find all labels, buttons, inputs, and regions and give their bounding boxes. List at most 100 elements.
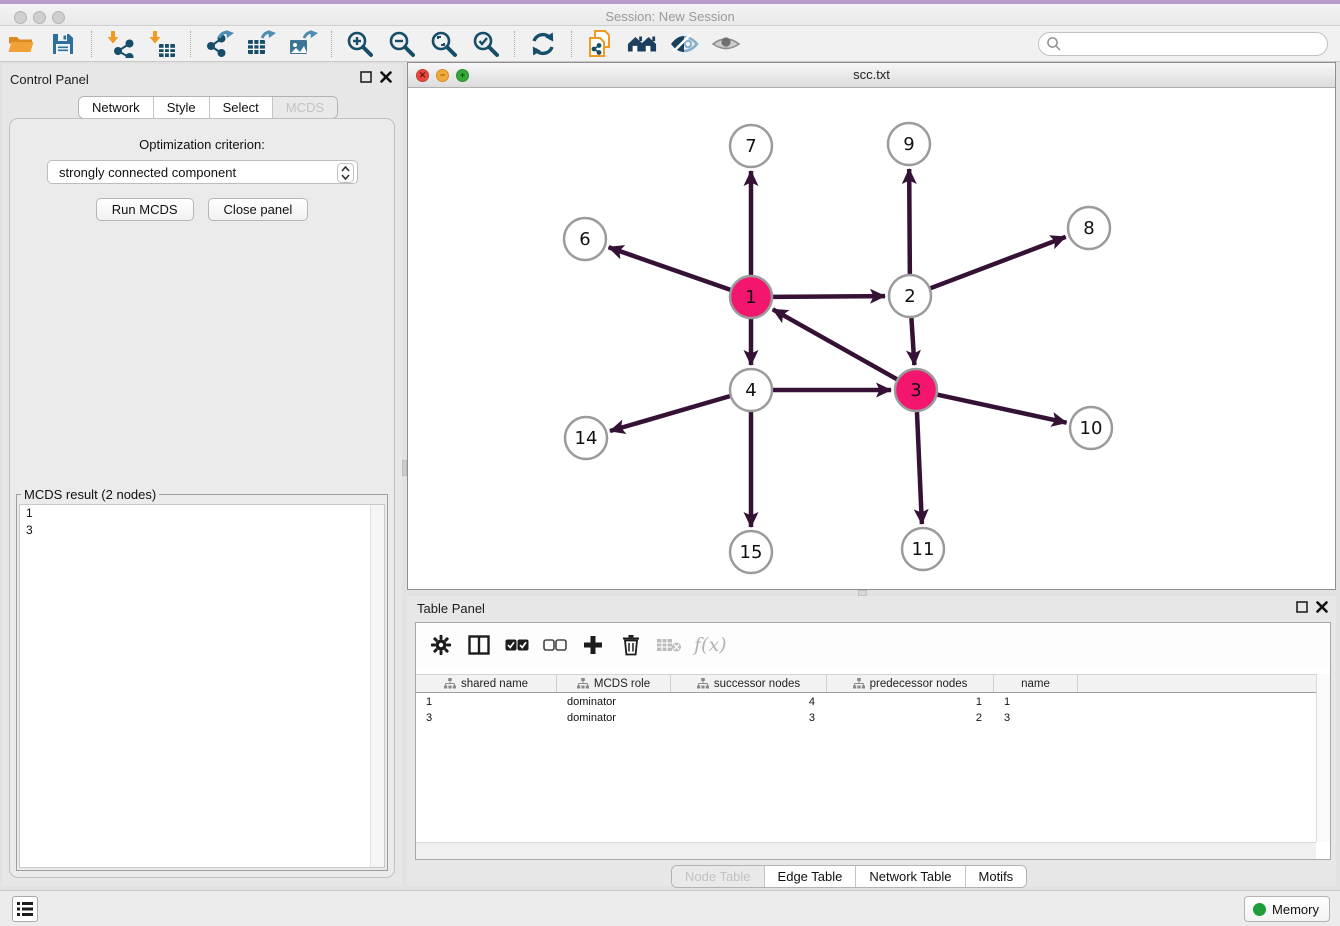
tab-style[interactable]: Style	[153, 97, 209, 118]
toolbar-separator	[331, 31, 332, 57]
column-header-name[interactable]: name	[994, 675, 1078, 692]
close-panel-icon[interactable]	[380, 71, 392, 83]
select-all-columns-button[interactable]	[504, 632, 530, 658]
close-table-panel-icon[interactable]	[1316, 601, 1328, 613]
table-cell: 2	[827, 710, 994, 726]
dropdown-stepper-icon	[337, 163, 354, 183]
zoom-fit-button[interactable]	[429, 29, 459, 59]
close-panel-button[interactable]: Close panel	[208, 198, 309, 221]
delete-column-button[interactable]	[618, 632, 644, 658]
toolbar-separator	[571, 31, 572, 57]
table-rows: 1dominator4113dominator323	[416, 694, 1316, 726]
table-settings-button[interactable]	[428, 632, 454, 658]
network-graph-svg: 7968124314101511	[408, 88, 1335, 589]
network-window-title: scc.txt	[408, 67, 1335, 82]
trash-icon	[621, 634, 641, 656]
graph-edge-1-6[interactable]	[609, 247, 731, 289]
deselect-all-columns-button[interactable]	[542, 632, 568, 658]
network-canvas[interactable]: 7968124314101511	[408, 88, 1335, 589]
tab-network[interactable]: Network	[79, 97, 153, 118]
float-table-panel-icon[interactable]	[1296, 601, 1308, 613]
control-panel-tabs: NetworkStyleSelectMCDS	[78, 96, 338, 119]
optimization-criterion-dropdown[interactable]: strongly connected component	[47, 160, 358, 184]
graph-edge-2-9[interactable]	[909, 169, 910, 274]
graph-edge-2-8[interactable]	[931, 237, 1066, 288]
table-row[interactable]: 1dominator411	[416, 694, 1316, 710]
graph-node-label: 3	[910, 380, 921, 401]
control-panel: Control Panel NetworkStyleSelectMCDS Opt…	[2, 64, 402, 886]
copy-network-button[interactable]	[585, 29, 615, 59]
zoom-in-button[interactable]	[345, 29, 375, 59]
graph-node-label: 8	[1083, 218, 1094, 239]
zoom-out-icon	[388, 30, 416, 58]
table-cell: 1	[994, 694, 1078, 710]
table-cell: 3	[416, 710, 557, 726]
search-field[interactable]	[1038, 32, 1328, 56]
column-header-shared-name[interactable]: shared name	[416, 675, 557, 692]
tab-network-table[interactable]: Network Table	[855, 866, 964, 887]
mcds-result-line: 1	[20, 505, 384, 522]
graph-edge-3-1[interactable]	[773, 309, 897, 379]
eye-icon	[711, 32, 741, 56]
zoom-out-button[interactable]	[387, 29, 417, 59]
mcds-result-list[interactable]: 13	[19, 504, 385, 868]
add-column-button[interactable]	[580, 632, 606, 658]
graph-node-label: 1	[745, 287, 756, 308]
split-panel-icon	[468, 635, 490, 655]
table-cell: 1	[827, 694, 994, 710]
table-row[interactable]: 3dominator323	[416, 710, 1316, 726]
table-panel-tabs: Node TableEdge TableNetwork TableMotifs	[671, 865, 1027, 888]
save-session-button[interactable]	[48, 29, 78, 59]
toggle-column-panel-button[interactable]	[466, 632, 492, 658]
column-type-icon	[444, 678, 456, 689]
graph-node-label: 6	[579, 229, 590, 250]
optimization-criterion-label: Optimization criterion:	[10, 137, 394, 152]
float-panel-icon[interactable]	[360, 71, 372, 83]
node-table-container: f(x) shared nameMCDS rolesuccessor nodes…	[415, 622, 1331, 860]
title-bar: Session: New Session	[0, 0, 1340, 26]
column-header-successor-nodes[interactable]: successor nodes	[671, 675, 827, 692]
mcds-result-title: MCDS result (2 nodes)	[21, 487, 159, 502]
tab-edge-table[interactable]: Edge Table	[764, 866, 856, 887]
refresh-view-button[interactable]	[528, 29, 558, 59]
graph-node-label: 9	[903, 134, 914, 155]
export-table-button[interactable]	[246, 29, 276, 59]
graph-node-label: 15	[740, 542, 763, 563]
table-horizontal-scrollbar[interactable]	[416, 842, 1316, 859]
graph-edge-4-14[interactable]	[610, 396, 730, 431]
zoom-selected-icon	[472, 30, 500, 58]
table-cell: dominator	[557, 694, 671, 710]
column-header-label: shared name	[461, 678, 528, 690]
refresh-icon	[529, 30, 557, 58]
graph-node-label: 4	[745, 380, 756, 401]
export-network-button[interactable]	[204, 29, 234, 59]
zoom-selected-button[interactable]	[471, 29, 501, 59]
import-network-button[interactable]	[105, 29, 135, 59]
show-all-button[interactable]	[711, 29, 741, 59]
export-image-button[interactable]	[288, 29, 318, 59]
graph-edge-3-10[interactable]	[937, 395, 1066, 423]
table-header-row: shared name MCDS rolesuccessor nodesprede…	[416, 674, 1316, 693]
run-mcds-button[interactable]: Run MCDS	[96, 198, 194, 221]
memory-button[interactable]: Memory	[1244, 896, 1330, 922]
result-scrollbar[interactable]	[370, 505, 384, 867]
network-window-titlebar[interactable]: ✕ − + scc.txt	[408, 63, 1335, 88]
tab-mcds[interactable]: MCDS	[272, 97, 337, 118]
delete-table-button-disabled	[656, 632, 682, 658]
table-vertical-scrollbar[interactable]	[1316, 674, 1330, 842]
tab-node-table[interactable]: Node Table	[672, 866, 764, 887]
import-table-button[interactable]	[147, 29, 177, 59]
graph-edge-1-2[interactable]	[773, 296, 885, 297]
search-input[interactable]	[1038, 32, 1328, 56]
hide-selected-button[interactable]	[669, 29, 699, 59]
tab-motifs[interactable]: Motifs	[965, 866, 1027, 887]
task-history-button[interactable]	[12, 896, 38, 922]
graph-edge-3-11[interactable]	[917, 412, 922, 524]
list-icon	[17, 902, 33, 916]
open-session-button[interactable]	[6, 29, 36, 59]
column-header-MCDS-role[interactable]: MCDS role	[557, 675, 671, 692]
tab-select[interactable]: Select	[209, 97, 272, 118]
column-header-predecessor-nodes[interactable]: predecessor nodes	[827, 675, 994, 692]
graph-edge-2-3[interactable]	[911, 318, 914, 365]
first-neighbors-button[interactable]	[627, 29, 657, 59]
